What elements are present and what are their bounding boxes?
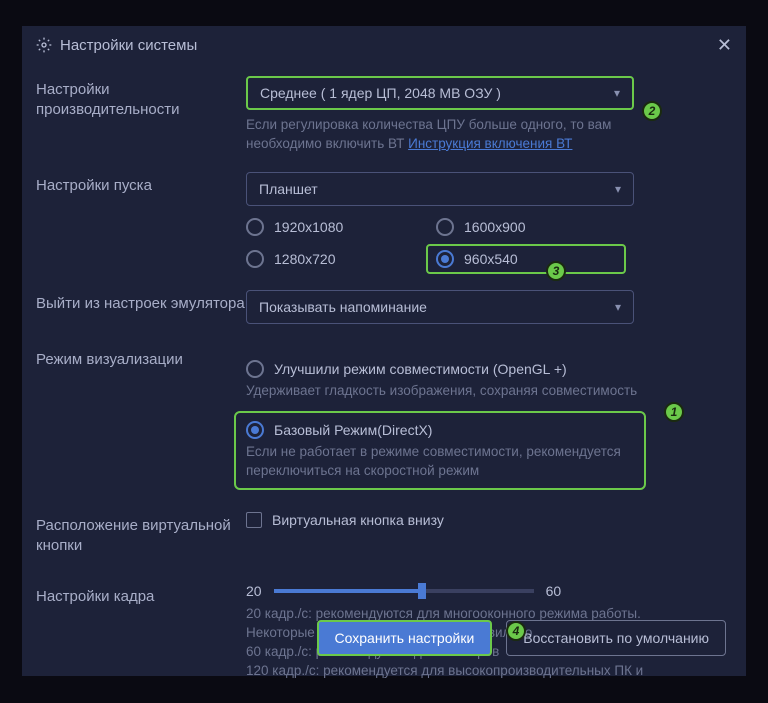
launch-select[interactable]: Планшет ▾	[246, 172, 634, 206]
render-directx[interactable]: Базовый Режим(DirectX)	[246, 421, 634, 439]
launch-label: Настройки пуска	[36, 172, 246, 196]
resolution-1920x1080[interactable]: 1920x1080	[246, 218, 436, 236]
vbutton-label: Расположение виртуальной кнопки	[36, 512, 246, 555]
window-title: Настройки системы	[60, 37, 717, 54]
performance-select[interactable]: Среднее ( 1 ядер ЦП, 2048 МВ ОЗУ ) ▾	[246, 76, 634, 110]
callout-badge-4: 4	[506, 621, 526, 641]
gear-icon	[36, 37, 52, 53]
chevron-down-icon: ▾	[614, 86, 620, 100]
restore-button[interactable]: Восстановить по умолчанию	[506, 620, 726, 656]
performance-value: Среднее ( 1 ядер ЦП, 2048 МВ ОЗУ )	[260, 85, 501, 101]
resolution-group: 1920x1080 1600x900 1280x720 960x540	[246, 218, 732, 268]
frame-label: Настройки кадра	[36, 583, 246, 607]
close-icon[interactable]: ✕	[717, 35, 732, 56]
chevron-down-icon: ▾	[615, 300, 621, 314]
save-button[interactable]: Сохранить настройки	[317, 620, 493, 656]
render-opengl-desc: Удерживает гладкость изображения, сохран…	[246, 382, 732, 401]
launch-value: Планшет	[259, 181, 318, 197]
callout-badge-2: 2	[642, 101, 662, 121]
chevron-down-icon: ▾	[615, 182, 621, 196]
render-label: Режим визуализации	[36, 346, 246, 370]
slider-max: 60	[546, 583, 562, 599]
frame-slider[interactable]	[274, 589, 534, 593]
performance-label: Настройки производительности	[36, 76, 246, 119]
render-opengl[interactable]: Улучшили режим совместимости (OpenGL +)	[246, 360, 732, 378]
exit-value: Показывать напоминание	[259, 299, 427, 315]
exit-select[interactable]: Показывать напоминание ▾	[246, 290, 634, 324]
callout-badge-3: 3	[546, 261, 566, 281]
exit-label: Выйти из настроек эмулятора	[36, 290, 246, 314]
slider-min: 20	[246, 583, 262, 599]
render-directx-desc: Если не работает в режиме совместимости,…	[246, 443, 634, 481]
resolution-1600x900[interactable]: 1600x900	[436, 218, 616, 236]
resolution-1280x720[interactable]: 1280x720	[246, 250, 436, 268]
titlebar: Настройки системы ✕	[22, 26, 746, 64]
resolution-960x540[interactable]: 960x540	[426, 244, 626, 274]
performance-hint: Если регулировка количества ЦПУ больше о…	[246, 116, 666, 154]
vbutton-checkbox[interactable]: Виртуальная кнопка внизу	[246, 512, 732, 528]
settings-window: Настройки системы ✕ Настройки производит…	[22, 26, 746, 676]
content: Настройки производительности Среднее ( 1…	[22, 64, 746, 685]
callout-badge-1: 1	[664, 402, 684, 422]
vt-link[interactable]: Инструкция включения ВТ	[408, 136, 572, 151]
